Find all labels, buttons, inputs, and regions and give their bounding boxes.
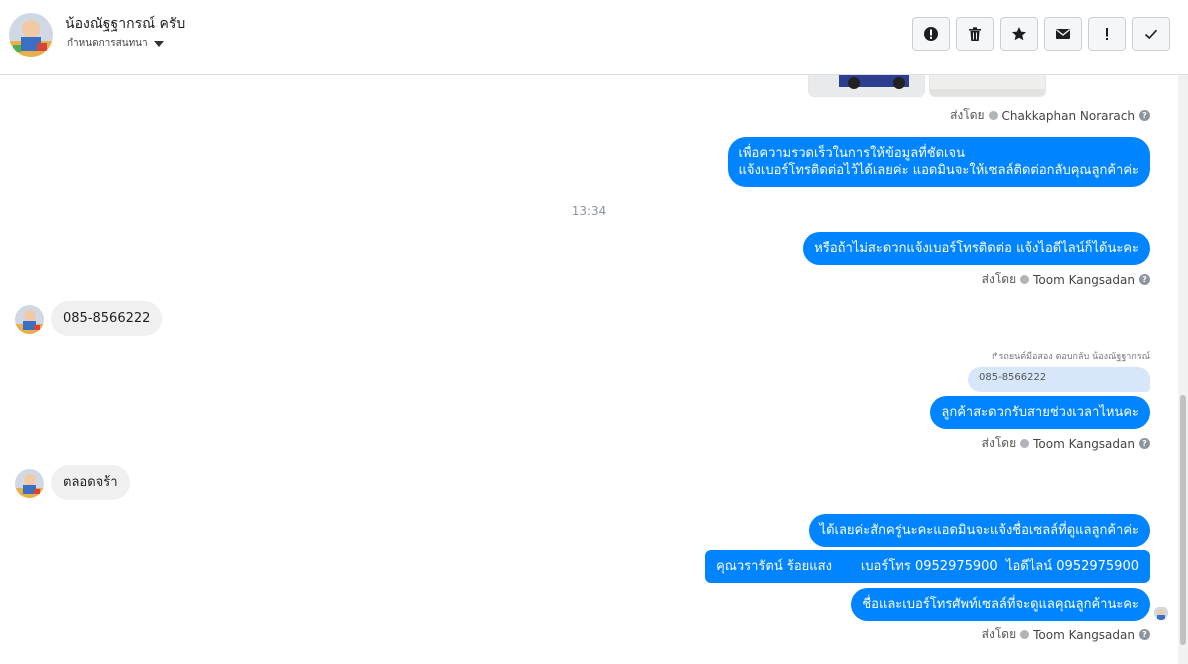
seen-avatar (1154, 606, 1168, 620)
alert-circle-icon (924, 27, 938, 41)
important-button[interactable] (1088, 17, 1126, 51)
star-icon (1012, 27, 1026, 41)
sent-by-label: ส่งโดย Toom Kangsadan ? (982, 625, 1150, 644)
schedule-label: กำหนดการสนทนา (67, 38, 148, 49)
reply-note-text: รถยนต์มือสอง ตอบกลับ น้องณัฐฐากรณ์ (998, 352, 1150, 362)
contact-avatar[interactable] (9, 13, 53, 57)
sent-by-label: ส่งโดย Chakkaphan Norarach ? (950, 106, 1150, 125)
sender-name[interactable]: Toom Kangsadan (1033, 437, 1135, 451)
page-icon (1020, 630, 1030, 639)
scrollbar-thumb[interactable] (1180, 395, 1186, 645)
sender-name[interactable]: Chakkaphan Norarach (1002, 109, 1135, 123)
outgoing-message[interactable]: คุณวรารัตน์ ร้อยแสง เบอร์โทร 0952975900 … (705, 550, 1150, 583)
thread-scrollbar[interactable] (1178, 75, 1188, 664)
reply-arrow-icon: ↱ (990, 352, 999, 362)
sender-name[interactable]: Toom Kangsadan (1033, 628, 1135, 642)
quoted-message[interactable]: 085-8566222 (968, 367, 1150, 392)
outgoing-message[interactable]: ได้เลยค่ะสักครู่นะคะแอดมินจะแจ้งชื่อเซลล… (808, 514, 1150, 547)
outgoing-message[interactable]: หรือถ้าไม่สะดวกแจ้งเบอร์โทรติดต่อ แจ้งไอ… (803, 232, 1150, 265)
sent-by-prefix: ส่งโดย (981, 627, 1017, 641)
sent-by-prefix: ส่งโดย (950, 108, 985, 122)
caret-down-icon (153, 40, 164, 47)
sender-name[interactable]: Toom Kangsadan (1033, 273, 1135, 287)
sent-by-label: ส่งโดย Toom Kangsadan ? (982, 270, 1150, 289)
done-button[interactable] (1132, 17, 1170, 51)
reply-note: ↱รถยนต์มือสอง ตอบกลับ น้องณัฐฐากรณ์ (991, 349, 1150, 363)
page-icon (988, 111, 998, 120)
outgoing-message[interactable]: ลูกค้าสะดวกรับสายช่วงเวลาไหนคะ (930, 396, 1150, 429)
photo-attachment[interactable] (929, 75, 1046, 97)
contact-avatar-small[interactable] (15, 305, 44, 334)
contact-name[interactable]: น้องณัฐฐากรณ์ ครับ (65, 13, 185, 35)
page-icon (1020, 439, 1030, 448)
mark-unread-button[interactable] (1044, 17, 1082, 51)
envelope-icon (1056, 29, 1070, 39)
action-toolbar (912, 17, 1170, 51)
help-icon[interactable]: ? (1139, 274, 1150, 285)
contact-avatar-small[interactable] (15, 469, 44, 498)
exclamation-icon (1106, 28, 1108, 40)
help-icon[interactable]: ? (1139, 629, 1150, 640)
incoming-message[interactable]: 085-8566222 (51, 301, 163, 336)
outgoing-message[interactable]: ชื่อและเบอร์โทรศัพท์เซลล์ที่จะดูแลคุณลูก… (851, 588, 1150, 621)
report-button[interactable] (912, 17, 950, 51)
outgoing-message[interactable]: เพื่อความรวดเร็วในการให้ข้อมูลที่ชัดเจน … (727, 137, 1150, 187)
message-thread[interactable]: ส่งโดย Chakkaphan Norarach ? เพื่อความรว… (0, 75, 1178, 664)
help-icon[interactable]: ? (1139, 438, 1150, 449)
time-divider: 13:34 (571, 204, 607, 218)
incoming-message[interactable]: ตลอดจร้า (51, 465, 130, 500)
star-button[interactable] (1000, 17, 1038, 51)
page-icon (1020, 275, 1030, 284)
trash-icon (969, 27, 981, 41)
photo-attachment[interactable] (808, 75, 925, 97)
sent-by-prefix: ส่งโดย (981, 272, 1017, 286)
sent-by-label: ส่งโดย Toom Kangsadan ? (982, 434, 1150, 453)
conversation-schedule-dropdown[interactable]: กำหนดการสนทนา (67, 36, 164, 51)
help-icon[interactable]: ? (1139, 110, 1150, 121)
sent-by-prefix: ส่งโดย (981, 436, 1017, 450)
check-icon (1144, 29, 1158, 40)
delete-button[interactable] (956, 17, 994, 51)
conversation-header: น้องณัฐฐากรณ์ ครับ กำหนดการสนทนา (0, 0, 1188, 75)
